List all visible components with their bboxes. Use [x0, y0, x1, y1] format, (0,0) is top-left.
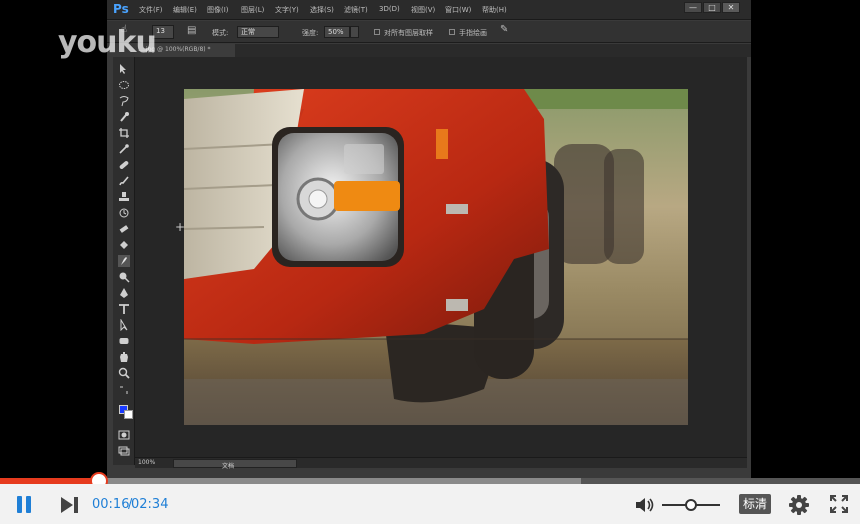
- status-scrollbar[interactable]: 文档: [173, 459, 297, 470]
- gear-icon: [789, 495, 809, 515]
- document-tabbar: ….jpg @ 100%(RGB/8) *: [135, 44, 751, 57]
- next-button[interactable]: [60, 496, 80, 514]
- menu-image[interactable]: 图像(I): [207, 5, 229, 15]
- player-controls: 00:16 / 02:34 标清: [0, 484, 860, 524]
- crosshair-cursor-icon: +: [175, 220, 186, 234]
- strength-input[interactable]: 50%: [324, 26, 350, 38]
- maximize-button[interactable]: □: [703, 2, 721, 13]
- volume-button[interactable]: [635, 496, 655, 514]
- history-brush-icon[interactable]: [118, 207, 130, 219]
- menu-type[interactable]: 文字(Y): [275, 5, 299, 15]
- quick-select-icon[interactable]: [118, 111, 130, 123]
- sample-all-label: 对所有图层取样: [384, 29, 433, 37]
- options-bar: ☝ 13 ▤ 模式: 正常 强度: 50% 对所有图层取样 手指绘画 ✎: [107, 21, 751, 43]
- pause-icon: [17, 496, 22, 513]
- close-button[interactable]: ✕: [722, 2, 740, 13]
- strength-dropdown-icon[interactable]: [350, 26, 359, 38]
- canvas-area[interactable]: +: [135, 57, 747, 457]
- video-frame[interactable]: Ps 文件(F) 编辑(E) 图像(I) 图层(L) 文字(Y) 选择(S) 滤…: [0, 0, 860, 478]
- move-tool-icon[interactable]: [118, 63, 130, 75]
- zoom-tool-icon[interactable]: [118, 367, 130, 379]
- type-tool-icon[interactable]: [118, 303, 130, 315]
- menu-view[interactable]: 视图(V): [411, 5, 435, 15]
- quality-button[interactable]: 标清: [739, 494, 771, 514]
- strength-label: 强度:: [302, 29, 319, 37]
- swap-colors-icon[interactable]: [118, 385, 130, 397]
- status-doc-label: 文档: [222, 463, 235, 470]
- eyedropper-icon[interactable]: [118, 143, 130, 155]
- crop-tool-icon[interactable]: [118, 127, 130, 139]
- truck-photo[interactable]: [184, 89, 688, 425]
- pen-tool-icon[interactable]: [118, 287, 130, 299]
- menu-file[interactable]: 文件(F): [139, 5, 163, 15]
- mode-select[interactable]: 正常: [237, 26, 279, 38]
- tools-panel: [113, 57, 135, 465]
- menu-edit[interactable]: 编辑(E): [173, 5, 197, 15]
- total-time: 02:34: [131, 497, 169, 512]
- eraser-icon[interactable]: [118, 223, 130, 235]
- healing-brush-icon[interactable]: [118, 159, 130, 171]
- shape-tool-icon[interactable]: [118, 335, 130, 347]
- hand-tool-icon[interactable]: [118, 351, 130, 363]
- brush-tool-icon[interactable]: [118, 175, 130, 187]
- photoshop-logo: Ps: [113, 2, 129, 16]
- screen-mode-icon[interactable]: [118, 445, 130, 457]
- pause-button[interactable]: [16, 496, 34, 514]
- clone-stamp-icon[interactable]: [118, 191, 130, 203]
- menu-layer[interactable]: 图层(L): [241, 5, 264, 15]
- quick-mask-icon[interactable]: [118, 429, 130, 441]
- pause-icon-bar: [26, 496, 31, 513]
- status-bar: 100% 文档: [135, 457, 747, 470]
- volume-slider[interactable]: [662, 499, 720, 511]
- background-color-swatch[interactable]: [124, 410, 133, 419]
- minimize-button[interactable]: —: [684, 2, 702, 13]
- settings-button[interactable]: [789, 495, 809, 515]
- current-time: 00:16: [92, 497, 130, 512]
- menu-bar: Ps 文件(F) 编辑(E) 图像(I) 图层(L) 文字(Y) 选择(S) 滤…: [107, 0, 751, 20]
- menu-3d[interactable]: 3D(D): [379, 5, 400, 13]
- dodge-tool-icon[interactable]: [118, 271, 130, 283]
- youku-watermark: youku: [58, 25, 157, 60]
- sample-all-checkbox[interactable]: [374, 29, 380, 35]
- pressure-icon[interactable]: ✎: [500, 24, 508, 35]
- volume-handle[interactable]: [685, 499, 697, 511]
- menu-help[interactable]: 帮助(H): [482, 5, 507, 15]
- volume-icon: [636, 498, 654, 512]
- path-select-icon[interactable]: [118, 319, 130, 331]
- menu-window[interactable]: 窗口(W): [445, 5, 471, 15]
- next-icon: [61, 497, 78, 513]
- mode-label: 模式:: [212, 29, 229, 37]
- fullscreen-icon: [830, 495, 848, 513]
- lasso-tool-icon[interactable]: [118, 95, 130, 107]
- brush-panel-icon[interactable]: ▤: [187, 25, 196, 36]
- photoshop-window: Ps 文件(F) 编辑(E) 图像(I) 图层(L) 文字(Y) 选择(S) 滤…: [107, 0, 751, 478]
- paint-bucket-icon[interactable]: [118, 239, 130, 251]
- smudge-tool-selected-icon[interactable]: [118, 255, 130, 267]
- zoom-level[interactable]: 100%: [138, 459, 155, 466]
- menu-filter[interactable]: 滤镜(T): [344, 5, 368, 15]
- finger-painting-label: 手指绘画: [459, 29, 487, 37]
- marquee-tool-icon[interactable]: [118, 79, 130, 91]
- finger-painting-checkbox[interactable]: [449, 29, 455, 35]
- menu-select[interactable]: 选择(S): [310, 5, 334, 15]
- fullscreen-button[interactable]: [830, 495, 848, 513]
